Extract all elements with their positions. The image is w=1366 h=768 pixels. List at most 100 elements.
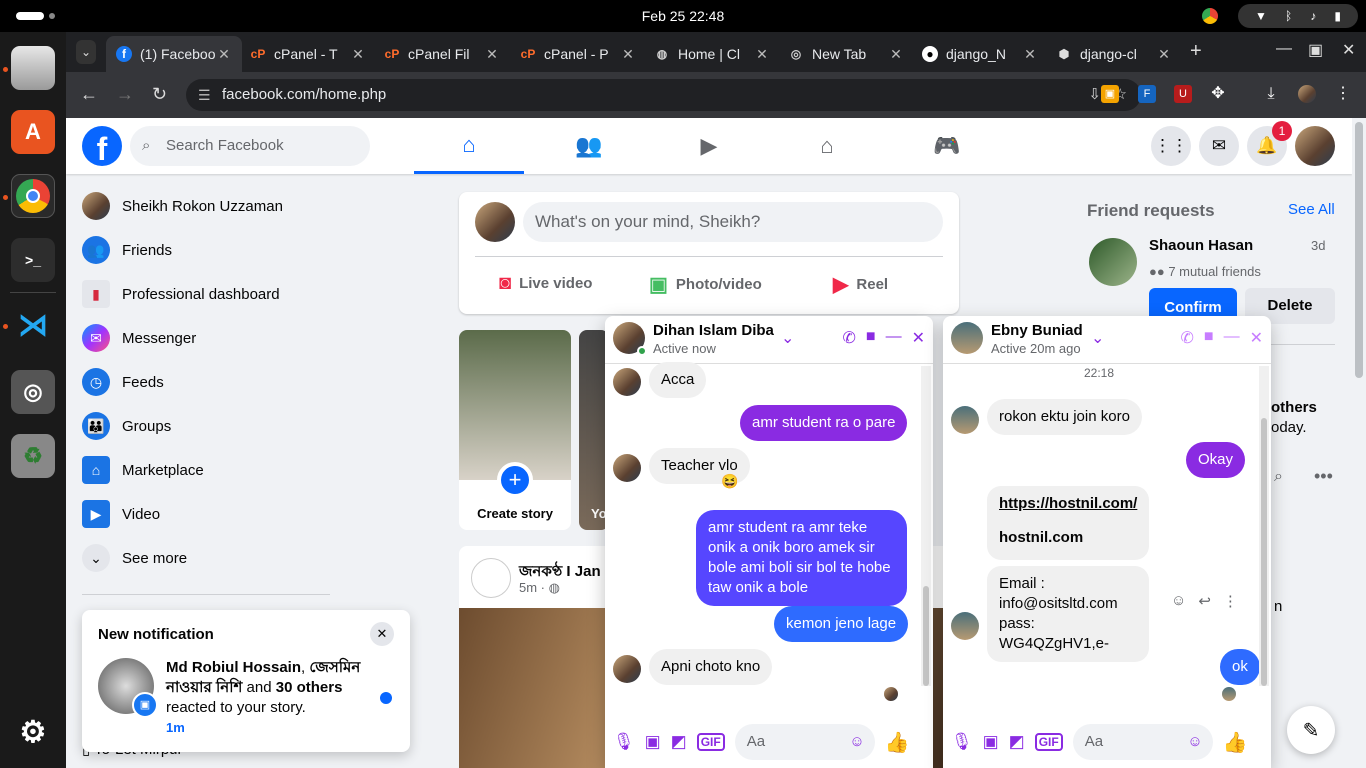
- chat-scrollbar[interactable]: [921, 366, 931, 686]
- more-icon[interactable]: ⋮: [1223, 592, 1238, 610]
- close-icon[interactable]: ✕: [1022, 46, 1038, 63]
- disk-app-icon[interactable]: ◎: [11, 370, 55, 414]
- tab-home[interactable]: ◍ Home | Cl ✕: [644, 36, 780, 72]
- close-icon[interactable]: ✕: [370, 622, 394, 646]
- terminal-app-icon[interactable]: >_: [11, 238, 55, 282]
- sticker-icon[interactable]: ◩: [671, 732, 687, 752]
- link-preview-bubble[interactable]: https://hostnil.com/ hostnil.com: [987, 486, 1149, 560]
- ublock-icon[interactable]: U: [1174, 85, 1192, 103]
- install-app-icon[interactable]: ⇩: [1088, 79, 1101, 111]
- nav-video-tab[interactable]: ▶: [654, 118, 764, 174]
- close-icon[interactable]: ✕: [620, 46, 636, 63]
- like-icon[interactable]: 👍: [885, 730, 910, 755]
- like-icon[interactable]: 👍: [1223, 730, 1248, 755]
- tab-cpanel-2[interactable]: cP cPanel Fil ✕: [374, 36, 510, 72]
- live-video-button[interactable]: ◙ Live video: [499, 272, 592, 295]
- image-icon[interactable]: ▣: [983, 732, 999, 752]
- chrome-tray-icon[interactable]: [1202, 8, 1218, 24]
- microphone-icon[interactable]: 🎙: [613, 732, 635, 752]
- phone-icon[interactable]: ✆: [843, 328, 856, 348]
- gif-icon[interactable]: GIF: [1034, 733, 1063, 751]
- message-bubble[interactable]: Acca: [649, 362, 707, 398]
- close-icon[interactable]: ✕: [484, 46, 500, 63]
- see-all-link[interactable]: See All: [1288, 201, 1335, 218]
- more-options-icon[interactable]: •••: [1314, 466, 1333, 487]
- sidebar-item-profile[interactable]: Sheikh Rokon Uzzaman: [74, 184, 414, 228]
- minimize-window-button[interactable]: —: [1276, 40, 1292, 58]
- close-icon[interactable]: ✕: [888, 46, 904, 63]
- emoji-icon[interactable]: ☺: [1187, 724, 1202, 760]
- tab-search-button[interactable]: ⌄: [76, 40, 96, 64]
- photo-video-button[interactable]: ▣ Photo/video: [649, 272, 762, 297]
- nav-marketplace-tab[interactable]: ⌂: [772, 118, 882, 174]
- nav-home-tab[interactable]: ⌂: [414, 118, 524, 174]
- message-bubble[interactable]: Email : info@ositsltd.com pass: WG4QZgHV…: [987, 566, 1149, 662]
- phone-icon[interactable]: ✆: [1181, 328, 1194, 348]
- menu-button[interactable]: ⋮⋮: [1151, 126, 1191, 166]
- emoji-icon[interactable]: ☺: [849, 724, 864, 760]
- sidebar-item-marketplace[interactable]: ⌂ Marketplace: [74, 448, 414, 492]
- files-app-icon[interactable]: [11, 46, 55, 90]
- extension-icon[interactable]: ▣: [1101, 85, 1119, 103]
- message-bubble[interactable]: amr student ra amr teke onik a onik boro…: [696, 510, 907, 606]
- message-bubble[interactable]: kemon jeno lage: [774, 606, 909, 642]
- video-call-icon[interactable]: ■: [866, 328, 876, 348]
- message-bubble[interactable]: ok: [1220, 649, 1260, 685]
- reply-icon[interactable]: ↩: [1198, 592, 1211, 610]
- message-bubble[interactable]: Okay: [1186, 442, 1246, 478]
- sticker-icon[interactable]: ◩: [1009, 732, 1025, 752]
- minimize-icon[interactable]: —: [886, 328, 902, 348]
- close-icon[interactable]: ✕: [754, 46, 770, 63]
- puzzle-icon[interactable]: ✥: [1209, 85, 1227, 103]
- chat-name[interactable]: Dihan Islam Diba: [653, 322, 774, 339]
- system-tray[interactable]: ▼ ᛒ ♪ ▮: [1238, 4, 1358, 28]
- emoji-react-icon[interactable]: ☺: [1171, 592, 1186, 610]
- forward-button[interactable]: →: [116, 84, 134, 105]
- sidebar-item-messenger[interactable]: ✉ Messenger: [74, 316, 414, 360]
- close-window-button[interactable]: ✕: [1342, 40, 1355, 60]
- profile-avatar[interactable]: [1298, 85, 1316, 103]
- site-info-icon[interactable]: ☰: [198, 79, 211, 111]
- address-bar[interactable]: ☰ facebook.com/home.php ⇩ ☆: [186, 79, 1141, 111]
- minimize-icon[interactable]: —: [1224, 328, 1240, 348]
- sidebar-item-video[interactable]: ▶ Video: [74, 492, 414, 536]
- tab-django[interactable]: ⬢ django-cl ✕: [1046, 36, 1182, 72]
- reload-button[interactable]: ↻: [152, 84, 167, 105]
- vscode-app-icon[interactable]: ⋊: [11, 303, 55, 347]
- chat-header[interactable]: Dihan Islam Diba Active now ⌄ ✆ ■ — ✕: [605, 316, 933, 364]
- gif-icon[interactable]: GIF: [696, 733, 725, 751]
- chat-header[interactable]: Ebny Buniad Active 20m ago ⌄ ✆ ■ — ✕: [943, 316, 1271, 364]
- account-avatar[interactable]: [1295, 126, 1335, 166]
- facebook-logo[interactable]: f: [82, 126, 122, 166]
- requester-avatar[interactable]: [1089, 238, 1137, 286]
- close-icon[interactable]: ✕: [1156, 46, 1172, 63]
- show-apps-icon[interactable]: ⚙: [11, 710, 55, 754]
- video-call-icon[interactable]: ■: [1204, 328, 1214, 348]
- message-input[interactable]: Aa ☺: [1072, 724, 1213, 760]
- close-icon[interactable]: ✕: [1250, 328, 1263, 348]
- create-story-card[interactable]: + Create story: [459, 330, 571, 530]
- page-scrollbar[interactable]: [1352, 118, 1366, 768]
- tab-facebook[interactable]: f (1) Facebook ✕: [106, 36, 242, 72]
- nav-friends-tab[interactable]: 👥: [534, 118, 644, 174]
- sidebar-item-groups[interactable]: 👪 Groups: [74, 404, 414, 448]
- message-input[interactable]: Aa ☺: [734, 724, 875, 760]
- system-clock[interactable]: Feb 25 22:48: [0, 8, 1366, 24]
- link-url[interactable]: https://hostnil.com/: [999, 494, 1137, 514]
- composer-input[interactable]: What's on your mind, Sheikh?: [523, 202, 943, 242]
- nav-gaming-tab[interactable]: 🎮: [892, 118, 1002, 174]
- microphone-icon[interactable]: 🎙: [951, 732, 973, 752]
- reel-button[interactable]: ▶ Reel: [833, 272, 888, 297]
- sidebar-item-feeds[interactable]: ◷ Feeds: [74, 360, 414, 404]
- sidebar-item-dashboard[interactable]: ▮ Professional dashboard: [74, 272, 414, 316]
- search-input[interactable]: ⌕ Search Facebook: [130, 126, 370, 166]
- notification-toast[interactable]: New notification ✕ ▣ Md Robiul Hossain, …: [82, 610, 410, 752]
- chat-scrollbar[interactable]: [1259, 366, 1269, 686]
- tab-cpanel-3[interactable]: cP cPanel - P ✕: [510, 36, 646, 72]
- app-center-icon[interactable]: A: [11, 110, 55, 154]
- search-icon[interactable]: ⌕: [1274, 468, 1283, 486]
- requester-name[interactable]: Shaoun Hasan: [1149, 237, 1253, 254]
- chevron-down-icon[interactable]: ⌄: [781, 328, 794, 348]
- menu-dots-icon[interactable]: ⋮: [1334, 85, 1352, 103]
- chat-name[interactable]: Ebny Buniad: [991, 322, 1083, 339]
